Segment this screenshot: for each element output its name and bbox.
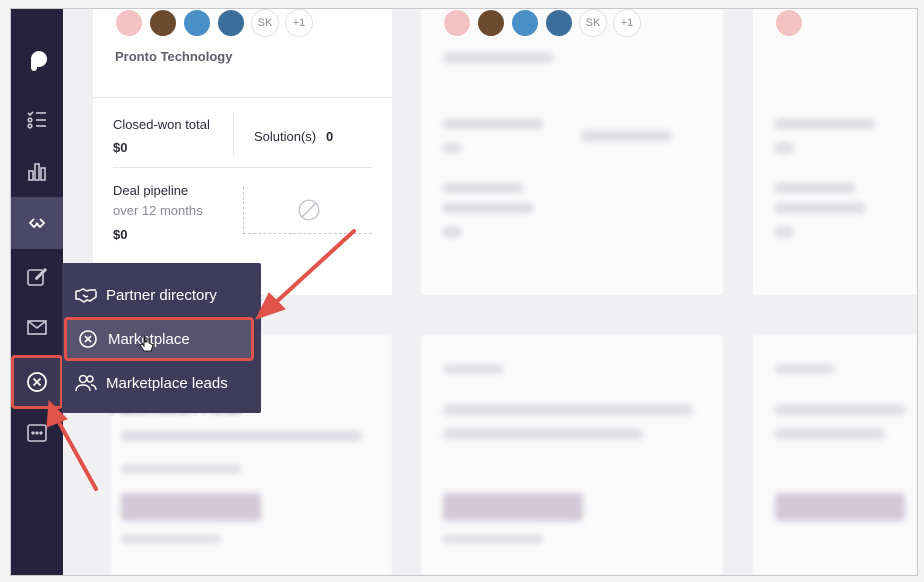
app-window: SK +1 Pronto Technology Closed-won total… — [10, 8, 918, 576]
annotation-arrows — [46, 229, 356, 491]
